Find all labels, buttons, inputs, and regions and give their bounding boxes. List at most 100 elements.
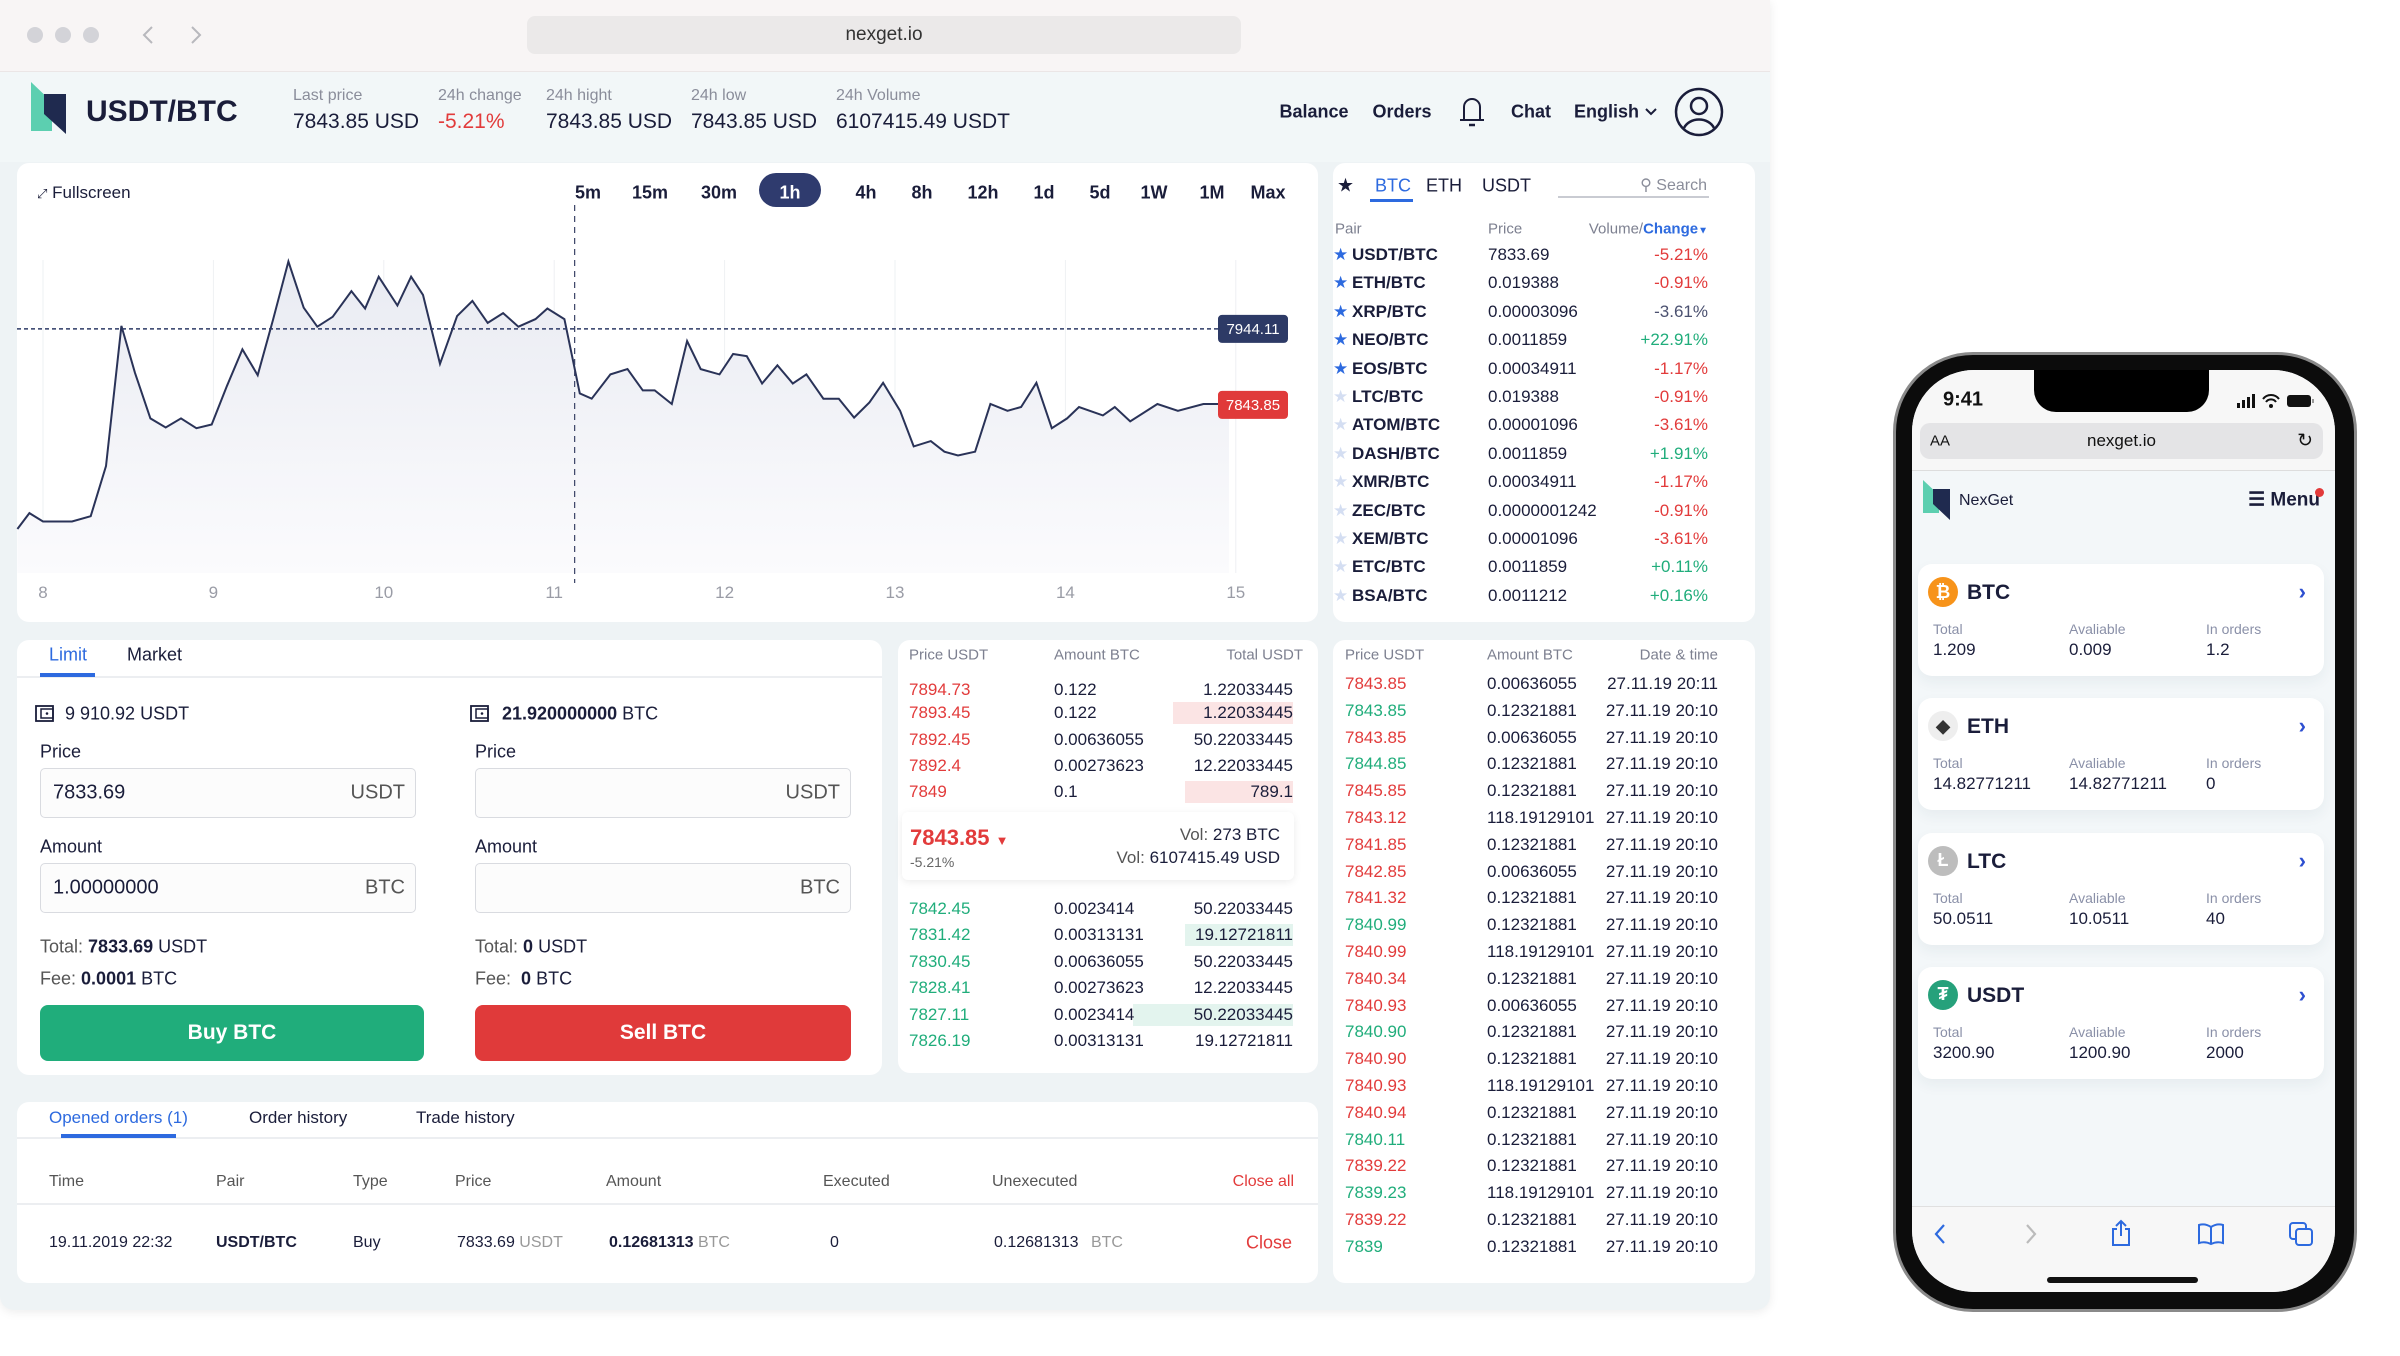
language-selector[interactable]: English <box>1574 102 1639 123</box>
buy-button[interactable]: Buy BTC <box>40 1005 424 1061</box>
star-icon[interactable]: ★ <box>1333 472 1348 492</box>
trade-amount: 0.12321881 <box>1487 1129 1577 1149</box>
star-icon[interactable]: ★ <box>1333 387 1348 407</box>
chevron-right-icon[interactable]: › <box>2299 848 2306 874</box>
wallet-card-eth[interactable]: ◆ ETH › Total 14.82771211 Avaliable 14.8277121… <box>1918 698 2324 811</box>
menu-button[interactable]: ☰ Menu <box>2248 489 2320 512</box>
close-order-button[interactable]: Close <box>1246 1233 1292 1254</box>
wallet-coin: BTC <box>1967 581 2011 604</box>
chevron-right-icon[interactable]: › <box>2299 982 2306 1008</box>
search-field[interactable]: ⚲ Search <box>1640 175 1707 195</box>
forward-icon[interactable] <box>2023 1222 2039 1246</box>
book-price[interactable]: 7831.42 <box>909 925 970 945</box>
pair-row[interactable]: ★ XMR/BTC 0.00034911 -1.17% <box>1333 469 1755 495</box>
book-price[interactable]: 7892.45 <box>909 730 970 750</box>
close-all-button[interactable]: Close all <box>1233 1173 1294 1191</box>
book-price[interactable]: 7894.73 <box>909 680 970 700</box>
chevron-right-icon[interactable]: › <box>2299 579 2306 605</box>
sell-amount-label: Amount <box>475 836 538 857</box>
pair-tab-usdt[interactable]: USDT <box>1482 176 1531 197</box>
tab-opened-orders[interactable]: Opened orders (1) <box>49 1108 188 1128</box>
pair-row[interactable]: ★ ETH/BTC 0.019388 -0.91% <box>1333 270 1755 296</box>
tab-limit[interactable]: Limit <box>49 645 87 666</box>
pair-row[interactable]: ★ EOS/BTC 0.00034911 -1.17% <box>1333 356 1755 382</box>
bell-icon[interactable] <box>1458 96 1486 128</box>
pair-row[interactable]: ★ XRP/BTC 0.00003096 -3.61% <box>1333 299 1755 325</box>
book-price[interactable]: 7827.11 <box>909 1005 969 1025</box>
user-avatar-icon[interactable] <box>1673 86 1725 138</box>
wallet-card-usdt[interactable]: ₮ USDT › Total 3200.90 Avaliable 1200.90 In ord… <box>1918 966 2324 1079</box>
star-icon[interactable]: ★ <box>1333 359 1348 379</box>
chevron-down-icon[interactable] <box>1644 107 1658 117</box>
buy-amount-input[interactable]: 1.00000000 BTC <box>40 863 416 913</box>
volume-sort[interactable]: Volume/ <box>1589 221 1643 238</box>
star-icon[interactable]: ★ <box>1333 245 1348 265</box>
pair-row[interactable]: ★ NEO/BTC 0.0011859 +22.91% <box>1333 327 1755 353</box>
mobile-address-bar[interactable]: AA nexget.io ↻ <box>1920 423 2323 459</box>
change-sort[interactable]: Change <box>1643 221 1698 238</box>
text-size-button[interactable]: AA <box>1930 433 1950 450</box>
star-icon[interactable]: ★ <box>1333 302 1348 322</box>
pair-row[interactable]: ★ BSA/BTC 0.0011212 +0.16% <box>1333 583 1755 609</box>
nav-orders[interactable]: Orders <box>1372 102 1431 123</box>
book-price[interactable]: 7828.41 <box>909 978 970 998</box>
pair-row[interactable]: ★ DASH/BTC 0.0011859 +1.91% <box>1333 441 1755 467</box>
wallet-value-total: 14.82771211 <box>1933 774 2032 794</box>
star-icon[interactable]: ★ <box>1333 444 1348 464</box>
col-volume-change[interactable]: Volume/Change▼ <box>1589 221 1708 238</box>
x-tick-label: 11 <box>545 583 563 602</box>
star-icon[interactable]: ★ <box>1333 529 1348 549</box>
header-divider <box>17 1203 1318 1205</box>
nav-chat[interactable]: Chat <box>1511 102 1551 123</box>
wallet-card-btc[interactable]: ₿ BTC › Total 1.209 Avaliable 0.009 In orders 1.… <box>1918 564 2324 676</box>
pair-row[interactable]: ★ ETC/BTC 0.0011859 +0.11% <box>1333 554 1755 580</box>
book-price[interactable]: 7842.45 <box>909 899 970 919</box>
sell-amount-input[interactable]: BTC <box>475 863 851 913</box>
star-icon[interactable]: ★ <box>1333 273 1348 293</box>
book-amount: 0.1 <box>1054 782 1078 801</box>
amount-unit: BTC <box>697 1234 730 1251</box>
star-icon[interactable]: ★ <box>1333 330 1348 350</box>
tab-trade-history[interactable]: Trade history <box>416 1108 515 1128</box>
tabs-icon[interactable] <box>2288 1221 2314 1247</box>
favorites-star-icon[interactable]: ★ <box>1337 175 1354 198</box>
bookmarks-icon[interactable] <box>2197 1222 2225 1246</box>
buy-price-input[interactable]: 7833.69 USDT <box>40 768 416 818</box>
trade-time: 27.11.19 20:10 <box>1605 1102 1718 1122</box>
pair-row[interactable]: ★ USDT/BTC 7833.69 -5.21% <box>1333 242 1755 268</box>
pair-row[interactable]: ★ ZEC/BTC 0.0000001242 -0.91% <box>1333 498 1755 524</box>
trade-amount: 118.19129101 <box>1487 1183 1595 1203</box>
back-icon[interactable] <box>1932 1222 1948 1246</box>
pair-row[interactable]: ★ ATOM/BTC 0.00001096 -3.61% <box>1333 412 1755 438</box>
pair-tab-eth[interactable]: ETH <box>1426 176 1462 197</box>
tab-market[interactable]: Market <box>127 645 182 666</box>
star-icon[interactable]: ★ <box>1333 501 1348 521</box>
price-chart[interactable]: 8 9 10 11 12 13 14 15 7944.11 7843.85 <box>0 0 1330 630</box>
sell-button[interactable]: Sell BTC <box>475 1005 851 1061</box>
search-input[interactable] <box>1558 196 1709 198</box>
book-price[interactable]: 7849 <box>909 782 947 802</box>
chevron-right-icon[interactable]: › <box>2299 713 2306 739</box>
pair-tab-btc[interactable]: BTC <box>1375 176 1411 197</box>
pair-price: 0.019388 <box>1488 273 1559 293</box>
status-icons <box>2237 394 2314 408</box>
star-icon[interactable]: ★ <box>1333 586 1348 606</box>
home-indicator[interactable] <box>2047 1277 2198 1283</box>
reload-icon[interactable]: ↻ <box>2297 430 2313 453</box>
wallet-card-ltc[interactable]: Ł LTC › Total 50.0511 Avaliable 10.0511 In orde… <box>1918 832 2324 945</box>
star-icon[interactable]: ★ <box>1333 415 1348 435</box>
tab-order-history[interactable]: Order history <box>249 1108 347 1128</box>
pair-change: -5.21% <box>1654 245 1708 264</box>
book-price[interactable]: 7892.4 <box>909 756 961 776</box>
star-icon[interactable]: ★ <box>1333 557 1348 577</box>
book-price[interactable]: 7826.19 <box>909 1031 970 1051</box>
pair-change: -1.17% <box>1654 472 1708 492</box>
sell-price-input[interactable]: USDT <box>475 768 851 818</box>
trade-price: 7839 <box>1345 1236 1383 1256</box>
pair-row[interactable]: ★ XEM/BTC 0.00001096 -3.61% <box>1333 526 1755 552</box>
book-price[interactable]: 7893.45 <box>909 703 970 723</box>
book-price[interactable]: 7830.45 <box>909 952 970 972</box>
pair-row[interactable]: ★ LTC/BTC 0.019388 -0.91% <box>1333 384 1755 410</box>
language-label: English <box>1574 101 1640 122</box>
share-icon[interactable] <box>2110 1219 2132 1247</box>
